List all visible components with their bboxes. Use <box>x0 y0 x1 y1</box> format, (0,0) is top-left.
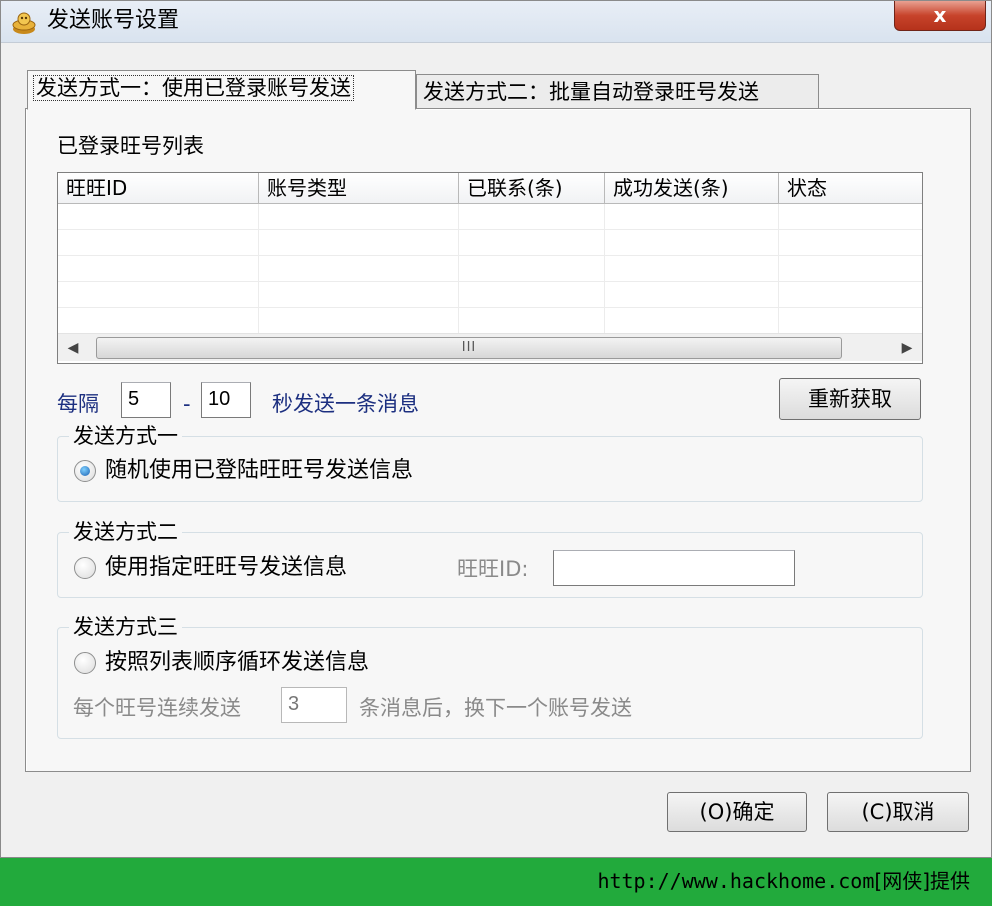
each-account-label: 每个旺号连续发送 <box>73 696 241 720</box>
mode3-radio[interactable] <box>74 652 96 674</box>
mode2-radio-label[interactable]: 使用指定旺旺号发送信息 <box>105 555 347 581</box>
table-row <box>58 204 922 230</box>
window-title: 发送账号设置 <box>47 8 180 33</box>
mode1-radio-label[interactable]: 随机使用已登陆旺旺号发送信息 <box>105 458 413 484</box>
settings-dialog: 发送账号设置 x 发送方式一：使用已登录账号发送 发送方式二：批量自动登录旺号发… <box>0 0 992 858</box>
wangwang-id-label: 旺旺ID: <box>457 557 529 581</box>
interval-suffix: 秒发送一条消息 <box>272 392 419 416</box>
message-count-input[interactable]: 3 <box>281 687 347 723</box>
column-account-type[interactable]: 账号类型 <box>259 173 459 204</box>
column-status[interactable]: 状态 <box>779 173 922 204</box>
cancel-button[interactable]: (C)取消 <box>827 792 969 832</box>
mode3-radio-label[interactable]: 按照列表顺序循环发送信息 <box>105 650 369 676</box>
scroll-left-icon[interactable]: ◀ <box>58 334 88 362</box>
tab-send-mode-1-label: 发送方式一：使用已登录账号发送 <box>33 75 354 101</box>
table-row <box>58 282 922 308</box>
account-list[interactable]: 旺旺ID 账号类型 已联系(条) 成功发送(条) 状态 ◀ III ▶ <box>57 172 923 364</box>
after-messages-label: 条消息后，换下一个账号发送 <box>359 696 632 720</box>
interval-min-input[interactable]: 5 <box>121 382 171 418</box>
table-row <box>58 308 922 334</box>
footer-credit: http://www.hackhome.com[网侠]提供 <box>597 866 970 896</box>
interval-separator: - <box>183 392 191 416</box>
tab-send-mode-1[interactable]: 发送方式一：使用已登录账号发送 <box>27 70 416 110</box>
ok-button[interactable]: (O)确定 <box>667 792 807 832</box>
tab-send-mode-2[interactable]: 发送方式二：批量自动登录旺号发送 <box>416 74 819 110</box>
scroll-right-icon[interactable]: ▶ <box>892 334 922 362</box>
account-list-header: 旺旺ID 账号类型 已联系(条) 成功发送(条) 状态 <box>58 173 922 204</box>
table-row <box>58 230 922 256</box>
footer-url[interactable]: http://www.hackhome.com <box>597 869 874 893</box>
horizontal-scrollbar[interactable]: ◀ III ▶ <box>58 333 922 361</box>
title-bar[interactable]: 发送账号设置 x <box>1 1 991 43</box>
app-coin-icon <box>12 12 36 34</box>
footer-credit-text: [网侠]提供 <box>874 869 970 893</box>
column-wangwang-id[interactable]: 旺旺ID <box>58 173 259 204</box>
column-contacted[interactable]: 已联系(条) <box>459 173 605 204</box>
scroll-thumb[interactable]: III <box>96 337 842 359</box>
mode1-group-title: 发送方式一 <box>69 423 182 449</box>
column-sent-success[interactable]: 成功发送(条) <box>605 173 779 204</box>
table-row <box>58 256 922 282</box>
mode1-radio[interactable] <box>74 460 96 482</box>
interval-max-input[interactable]: 10 <box>201 382 251 418</box>
mode3-group-title: 发送方式三 <box>69 614 182 640</box>
close-button[interactable]: x <box>894 1 986 31</box>
wangwang-id-input[interactable] <box>553 550 795 586</box>
interval-prefix: 每隔 <box>57 392 99 416</box>
mode3-group <box>57 627 923 739</box>
footer-banner: http://www.hackhome.com[网侠]提供 <box>0 858 992 906</box>
tab-send-mode-2-label: 发送方式二：批量自动登录旺号发送 <box>423 80 759 104</box>
mode2-radio[interactable] <box>74 557 96 579</box>
refresh-button[interactable]: 重新获取 <box>779 378 921 420</box>
mode2-group-title: 发送方式二 <box>69 519 182 545</box>
account-list-title: 已登录旺号列表 <box>57 134 204 158</box>
